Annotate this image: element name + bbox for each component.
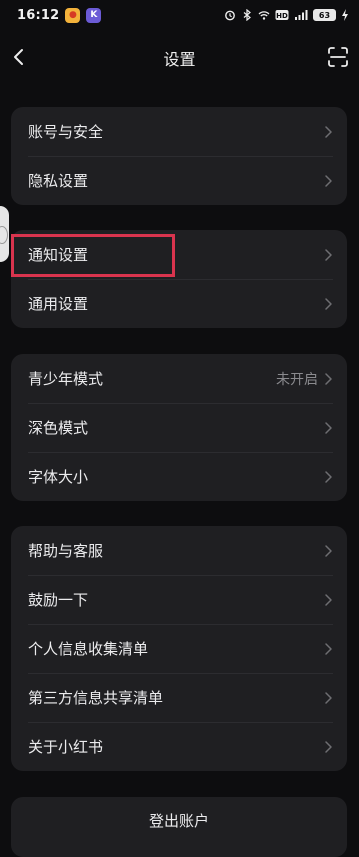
chevron-right-icon xyxy=(325,642,332,655)
chevron-right-icon xyxy=(325,470,332,483)
setting-label: 字体大小 xyxy=(28,468,89,486)
k-app-icon: K xyxy=(86,7,102,23)
setting-label: 通知设置 xyxy=(28,246,89,264)
setting-third-party-sharing[interactable]: 第三方信息共享清单 xyxy=(11,673,347,722)
setting-label: 鼓励一下 xyxy=(28,591,89,609)
setting-label: 帮助与客服 xyxy=(28,542,104,560)
status-left: 16:12 ● K xyxy=(17,7,102,23)
chevron-right-icon xyxy=(325,593,332,606)
battery-indicator: 63 xyxy=(313,9,336,21)
chevron-right-icon xyxy=(325,740,332,753)
setting-privacy[interactable]: 隐私设置 xyxy=(11,156,347,205)
status-right: HD 63 xyxy=(224,9,349,21)
charging-icon xyxy=(342,9,348,21)
alarm-icon xyxy=(225,10,235,21)
setting-teen-mode[interactable]: 青少年模式 未开启 xyxy=(11,354,347,403)
setting-value: 未开启 xyxy=(276,371,318,388)
setting-dark-mode[interactable]: 深色模式 xyxy=(11,403,347,452)
settings-group-general: 通知设置 通用设置 xyxy=(11,230,347,328)
signal-icon xyxy=(295,10,308,20)
setting-label: 通用设置 xyxy=(28,295,89,313)
setting-about[interactable]: 关于小红书 xyxy=(11,722,347,771)
setting-help-support[interactable]: 帮助与客服 xyxy=(11,526,347,575)
chevron-right-icon xyxy=(325,421,332,434)
chevron-right-icon xyxy=(325,372,332,385)
bluetooth-icon xyxy=(243,9,251,21)
setting-label: 青少年模式 xyxy=(28,370,104,388)
setting-account-security[interactable]: 账号与安全 xyxy=(11,107,347,156)
page-title: 设置 xyxy=(163,50,196,69)
chevron-right-icon xyxy=(325,297,332,310)
status-bar: 16:12 ● K HD 63 xyxy=(0,0,359,30)
chevron-right-icon xyxy=(325,248,332,261)
chevron-right-icon xyxy=(325,691,332,704)
setting-label: 关于小红书 xyxy=(28,738,104,756)
chevron-right-icon xyxy=(325,125,332,138)
setting-label: 深色模式 xyxy=(28,419,89,437)
setting-general[interactable]: 通用设置 xyxy=(11,279,347,328)
hd-icon: HD xyxy=(275,10,289,20)
setting-label: 账号与安全 xyxy=(28,123,104,141)
logout-button[interactable]: 登出账户 xyxy=(11,797,347,857)
status-time: 16:12 xyxy=(17,7,60,23)
chevron-right-icon xyxy=(325,174,332,187)
setting-font-size[interactable]: 字体大小 xyxy=(11,452,347,501)
weibo-icon: ● xyxy=(65,7,81,23)
chevron-right-icon xyxy=(325,544,332,557)
side-floating-handle[interactable] xyxy=(0,206,9,262)
handle-mark-icon xyxy=(0,226,8,244)
setting-encourage[interactable]: 鼓励一下 xyxy=(11,575,347,624)
settings-group-about: 帮助与客服 鼓励一下 个人信息收集清单 第三方信息共享清单 关于小红书 xyxy=(11,526,347,771)
setting-label: 第三方信息共享清单 xyxy=(28,689,164,707)
setting-label: 隐私设置 xyxy=(28,172,89,190)
setting-notifications[interactable]: 通知设置 xyxy=(11,230,347,279)
logout-label: 登出账户 xyxy=(148,812,209,830)
scan-icon[interactable] xyxy=(327,46,349,68)
setting-personal-info-list[interactable]: 个人信息收集清单 xyxy=(11,624,347,673)
settings-group-display: 青少年模式 未开启 深色模式 字体大小 xyxy=(11,354,347,501)
setting-label: 个人信息收集清单 xyxy=(28,640,149,658)
wifi-icon xyxy=(258,11,270,20)
svg-text:HD: HD xyxy=(276,12,288,20)
settings-group-account: 账号与安全 隐私设置 xyxy=(11,107,347,205)
nav-bar: 设置 xyxy=(0,36,359,78)
